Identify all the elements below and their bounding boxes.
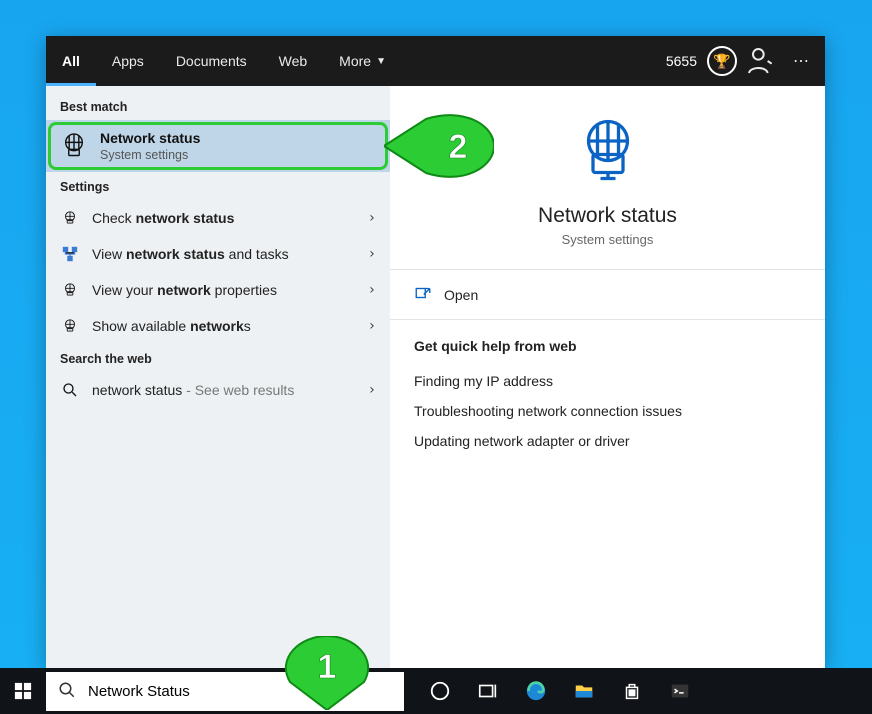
best-match-text: Network status System settings: [100, 130, 200, 162]
web-result-text: network status - See web results: [92, 382, 356, 398]
annotation-callout-2: 2: [384, 113, 494, 179]
globe-icon: [60, 209, 80, 227]
chevron-right-icon: ›: [368, 282, 376, 298]
file-explorer-icon[interactable]: [560, 668, 608, 714]
best-match-subtitle: System settings: [100, 148, 200, 162]
open-button[interactable]: Open: [390, 270, 825, 319]
rewards-points: 5655: [666, 53, 697, 69]
preview-title: Network status: [390, 204, 825, 228]
settings-item-available-networks[interactable]: Show available networks ›: [46, 308, 390, 344]
task-view-icon[interactable]: [464, 668, 512, 714]
quick-help-label: Get quick help from web: [390, 320, 825, 366]
web-result-item[interactable]: network status - See web results ›: [46, 372, 390, 408]
tab-more[interactable]: More ▼: [323, 36, 402, 86]
chevron-right-icon: ›: [368, 246, 376, 262]
start-button[interactable]: [0, 668, 46, 714]
settings-item-network-properties[interactable]: View your network properties ›: [46, 272, 390, 308]
search-results-panel: All Apps Documents Web More ▼ 5655 🏆: [46, 36, 825, 668]
annotation-callout-1: 1: [282, 636, 372, 710]
trophy-icon[interactable]: 🏆: [707, 46, 737, 76]
more-options-icon[interactable]: ⋯: [785, 51, 817, 71]
search-web-label: Search the web: [46, 344, 390, 372]
chevron-right-icon: ›: [368, 210, 376, 226]
help-link-troubleshoot[interactable]: Troubleshooting network connection issue…: [390, 396, 825, 426]
chevron-right-icon: ›: [368, 318, 376, 334]
preview-subtitle: System settings: [390, 232, 825, 247]
tab-apps[interactable]: Apps: [96, 36, 160, 86]
help-link-adapter[interactable]: Updating network adapter or driver: [390, 426, 825, 456]
settings-label: Settings: [46, 172, 390, 200]
settings-item-text: View network status and tasks: [92, 246, 356, 262]
search-icon: [58, 681, 76, 702]
globe-icon: [60, 281, 80, 299]
edge-icon[interactable]: [512, 668, 560, 714]
settings-item-text: Check network status: [92, 210, 356, 226]
globe-icon: [60, 131, 88, 162]
user-icon[interactable]: [745, 45, 777, 77]
svg-text:1: 1: [318, 648, 337, 686]
settings-item-text: Show available networks: [92, 318, 356, 334]
settings-item-view-tasks[interactable]: View network status and tasks ›: [46, 236, 390, 272]
tab-web[interactable]: Web: [263, 36, 324, 86]
best-match-title: Network status: [100, 130, 200, 146]
microsoft-store-icon[interactable]: [608, 668, 656, 714]
open-label: Open: [444, 287, 478, 303]
settings-item-check-status[interactable]: Check network status ›: [46, 200, 390, 236]
settings-item-text: View your network properties: [92, 282, 356, 298]
taskbar-search-box[interactable]: 1: [46, 672, 404, 711]
chevron-right-icon: ›: [368, 382, 376, 398]
results-left-pane: Best match Network status System setting…: [46, 86, 390, 668]
open-icon: [414, 284, 432, 305]
best-match-label: Best match: [46, 92, 390, 120]
best-match-item[interactable]: Network status System settings 2: [46, 120, 390, 172]
tab-more-label: More: [339, 53, 371, 69]
search-body: Best match Network status System setting…: [46, 86, 825, 668]
cortana-icon[interactable]: [416, 668, 464, 714]
tab-all[interactable]: All: [46, 36, 96, 86]
chevron-down-icon: ▼: [376, 56, 386, 67]
desktop: All Apps Documents Web More ▼ 5655 🏆: [0, 0, 872, 714]
svg-text:2: 2: [449, 128, 468, 166]
annotation-highlight-2: [48, 122, 388, 170]
search-scope-bar: All Apps Documents Web More ▼ 5655 🏆: [46, 36, 825, 86]
search-icon: [60, 381, 80, 399]
network-sharing-icon: [60, 245, 80, 263]
terminal-icon[interactable]: [656, 668, 704, 714]
tab-documents[interactable]: Documents: [160, 36, 263, 86]
help-link-ip[interactable]: Finding my IP address: [390, 366, 825, 396]
taskbar: 1: [0, 668, 872, 714]
globe-icon: [60, 317, 80, 335]
scope-tabs: All Apps Documents Web More ▼: [46, 36, 402, 86]
top-right-controls: 5655 🏆 ⋯: [666, 36, 825, 86]
